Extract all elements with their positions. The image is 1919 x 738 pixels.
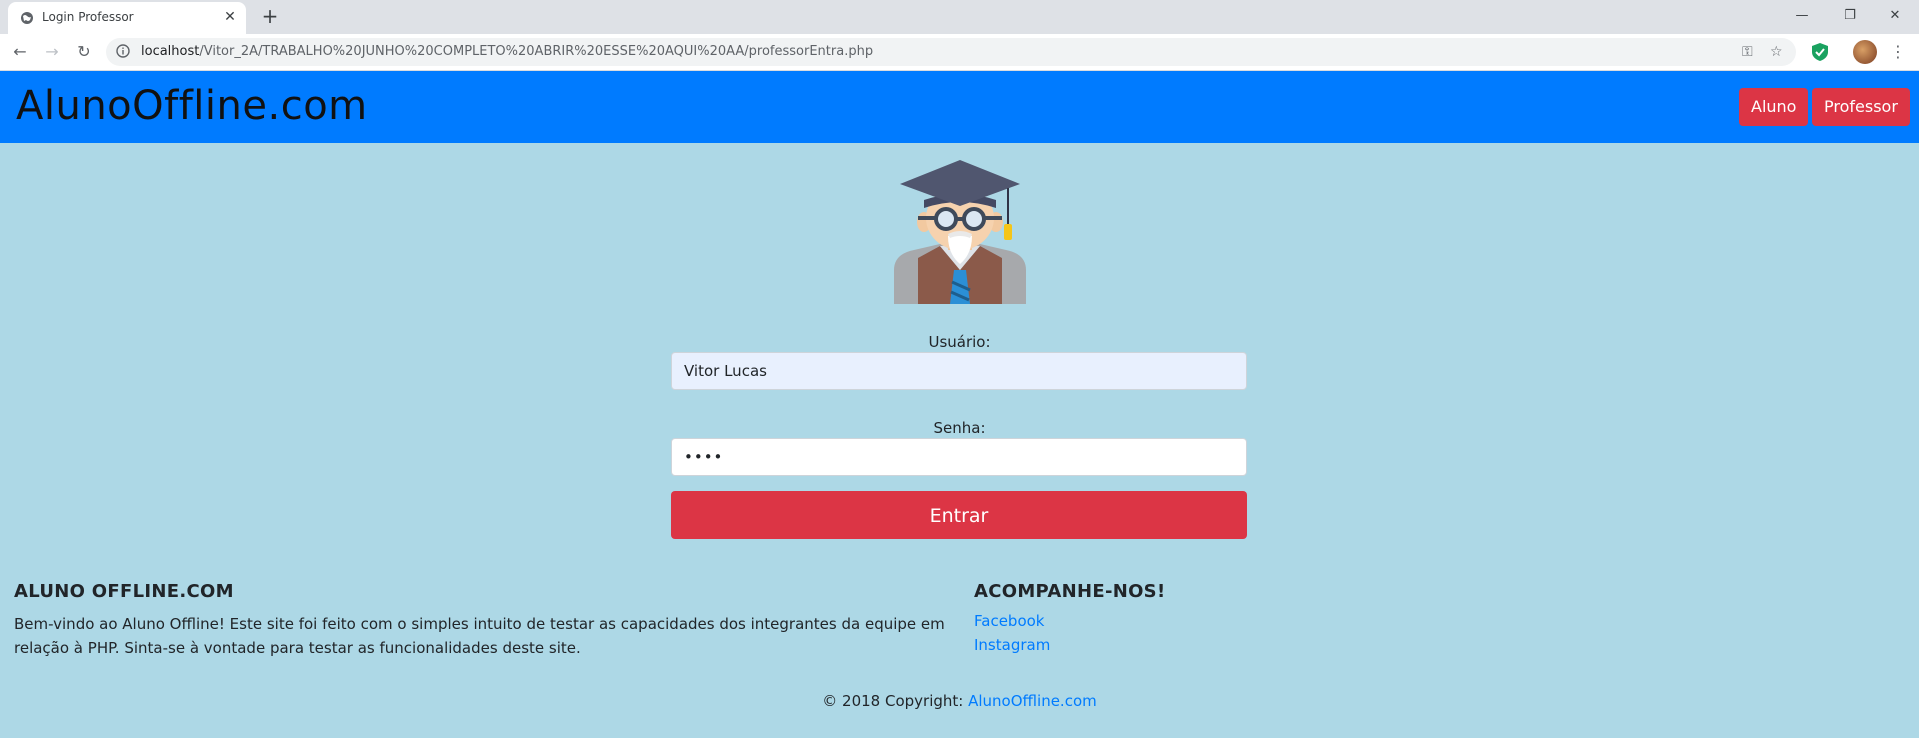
aluno-button[interactable]: Aluno [1739, 88, 1809, 126]
shield-extension-icon[interactable] [1810, 42, 1830, 62]
browser-tab[interactable]: Login Professor ✕ [8, 2, 246, 34]
globe-icon [21, 12, 33, 24]
browser-toolbar: ← → ↻ localhost/Vitor_2A/TRABALHO%20JUNH… [0, 34, 1919, 71]
footer-follow-title: ACOMPANHE-NOS! [974, 581, 1166, 602]
browser-menu-icon[interactable]: ⋮ [1890, 42, 1906, 61]
address-bar[interactable]: localhost/Vitor_2A/TRABALHO%20JUNHO%20CO… [106, 38, 1796, 66]
new-tab-icon[interactable]: + [258, 5, 282, 27]
window-close-icon[interactable]: ✕ [1873, 5, 1917, 27]
tab-title: Login Professor [42, 10, 134, 24]
instagram-link[interactable]: Instagram [974, 636, 1050, 654]
star-icon[interactable]: ☆ [1770, 44, 1783, 60]
site-brand[interactable]: AlunoOffline.com [16, 83, 368, 129]
profile-avatar[interactable] [1853, 40, 1877, 64]
browser-tab-bar: Login Professor ✕ + — ❐ ✕ [0, 0, 1919, 34]
footer-about-title: ALUNO OFFLINE.COM [14, 581, 234, 602]
minimize-icon[interactable]: — [1780, 5, 1824, 27]
user-input[interactable]: Vitor Lucas [671, 352, 1247, 390]
reload-icon[interactable]: ↻ [73, 42, 95, 64]
password-input[interactable]: •••• [671, 438, 1247, 476]
info-icon[interactable] [116, 44, 130, 58]
footer-about-text: Bem-vindo ao Aluno Offline! Este site fo… [14, 615, 945, 657]
copyright-text: © 2018 Copyright: [822, 692, 969, 710]
password-label: Senha: [933, 419, 986, 437]
key-icon[interactable]: ⚿ [1742, 44, 1753, 60]
user-label: Usuário: [928, 333, 991, 351]
facebook-link[interactable]: Facebook [974, 612, 1044, 630]
url-text: localhost/Vitor_2A/TRABALHO%20JUNHO%20CO… [141, 44, 873, 59]
tab-close-icon[interactable]: ✕ [222, 8, 238, 26]
forward-icon[interactable]: → [41, 42, 63, 64]
copyright-link[interactable]: AlunoOffline.com [968, 692, 1097, 710]
site-navbar: AlunoOffline.com Aluno Professor [0, 71, 1919, 143]
restore-icon[interactable]: ❐ [1828, 5, 1872, 27]
url-path: /Vitor_2A/TRABALHO%20JUNHO%20COMPLETO%20… [199, 44, 874, 59]
professor-avatar-icon [894, 160, 1026, 304]
url-host: localhost [141, 44, 200, 59]
entrar-button[interactable]: Entrar [671, 491, 1247, 539]
copyright: © 2018 Copyright: AlunoOffline.com [0, 692, 1919, 710]
back-icon[interactable]: ← [9, 42, 31, 64]
professor-button[interactable]: Professor [1812, 88, 1910, 126]
